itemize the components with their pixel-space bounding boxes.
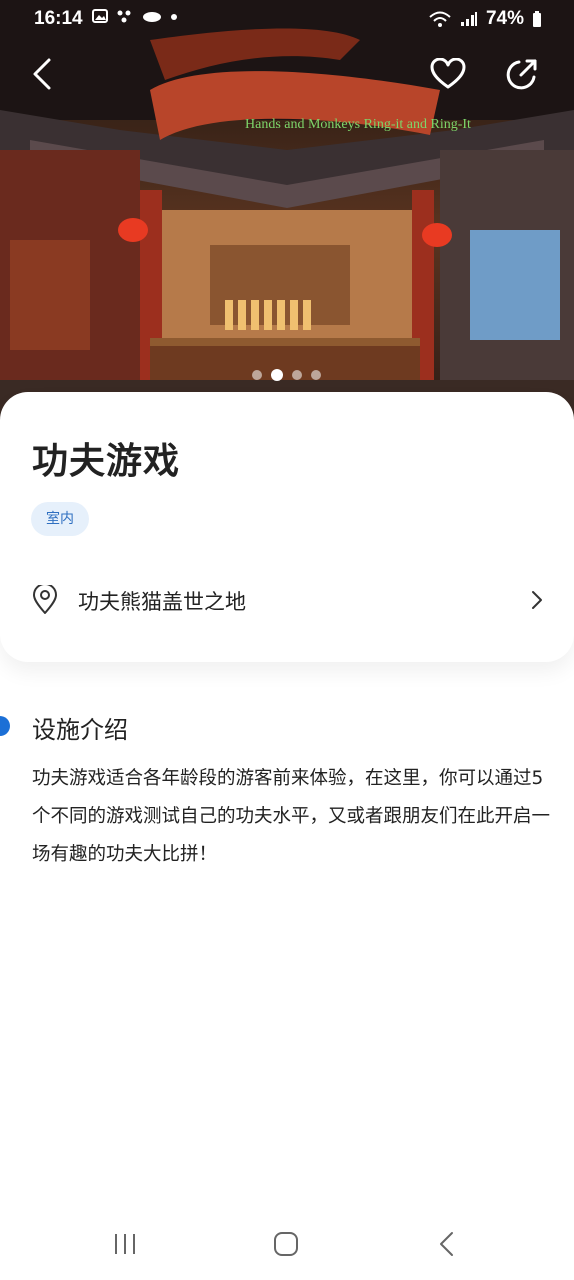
dots-app-icon	[117, 10, 131, 23]
wifi-icon	[429, 11, 451, 27]
attraction-title: 功夫游戏	[32, 441, 181, 482]
signal-icon	[460, 12, 477, 26]
system-back-button[interactable]	[425, 1226, 469, 1262]
image-pager[interactable]	[252, 369, 321, 381]
more-notifications-icon	[171, 14, 177, 20]
battery-icon	[533, 11, 541, 27]
location-pin-icon	[33, 585, 57, 614]
section-marker	[0, 716, 10, 736]
share-button[interactable]	[500, 52, 544, 96]
pager-dot[interactable]	[311, 370, 321, 380]
back-button[interactable]	[20, 52, 64, 96]
back-arrow-icon	[440, 1232, 453, 1256]
location-name: 功夫熊猫盖世之地	[78, 590, 246, 614]
home-button[interactable]	[264, 1226, 308, 1262]
chevron-right-icon	[532, 591, 542, 609]
hero-image[interactable]: Hands and Monkeys Ring-it and Ring-It 16…	[0, 0, 574, 420]
recents-icon	[115, 1234, 135, 1254]
pager-dot[interactable]	[252, 370, 262, 380]
category-tag: 室内	[31, 502, 89, 536]
gallery-icon	[92, 9, 108, 23]
attraction-info-card: 功夫游戏 室内 功夫熊猫盖世之地	[0, 392, 574, 662]
share-icon	[506, 59, 537, 90]
status-bar: 16:14 74%	[0, 0, 574, 40]
notification-icons	[92, 9, 178, 23]
chevron-left-icon	[33, 58, 51, 90]
status-right: 74%	[428, 8, 542, 30]
pager-dot[interactable]	[292, 370, 302, 380]
home-icon	[274, 1232, 298, 1256]
location-row[interactable]: 功夫熊猫盖世之地	[0, 570, 574, 630]
section-title: 设施介绍	[32, 716, 128, 744]
cloud-app-icon	[143, 12, 161, 22]
status-time: 16:14	[34, 8, 83, 29]
hero-scene: Hands and Monkeys Ring-it and Ring-It	[0, 0, 574, 420]
description-text: 功夫游戏适合各年龄段的游客前来体验，在这里，你可以通过5个不同的游戏测试自己的功…	[32, 768, 551, 865]
heart-outline-icon	[430, 58, 466, 89]
system-navigation-bar	[0, 1210, 574, 1280]
recents-button[interactable]	[103, 1226, 147, 1262]
battery-percent: 74%	[485, 8, 524, 29]
pager-dot-active[interactable]	[271, 369, 283, 381]
favorite-button[interactable]	[426, 52, 470, 96]
hero-sign-text: Hands and Monkeys Ring-it and Ring-It	[245, 117, 471, 132]
